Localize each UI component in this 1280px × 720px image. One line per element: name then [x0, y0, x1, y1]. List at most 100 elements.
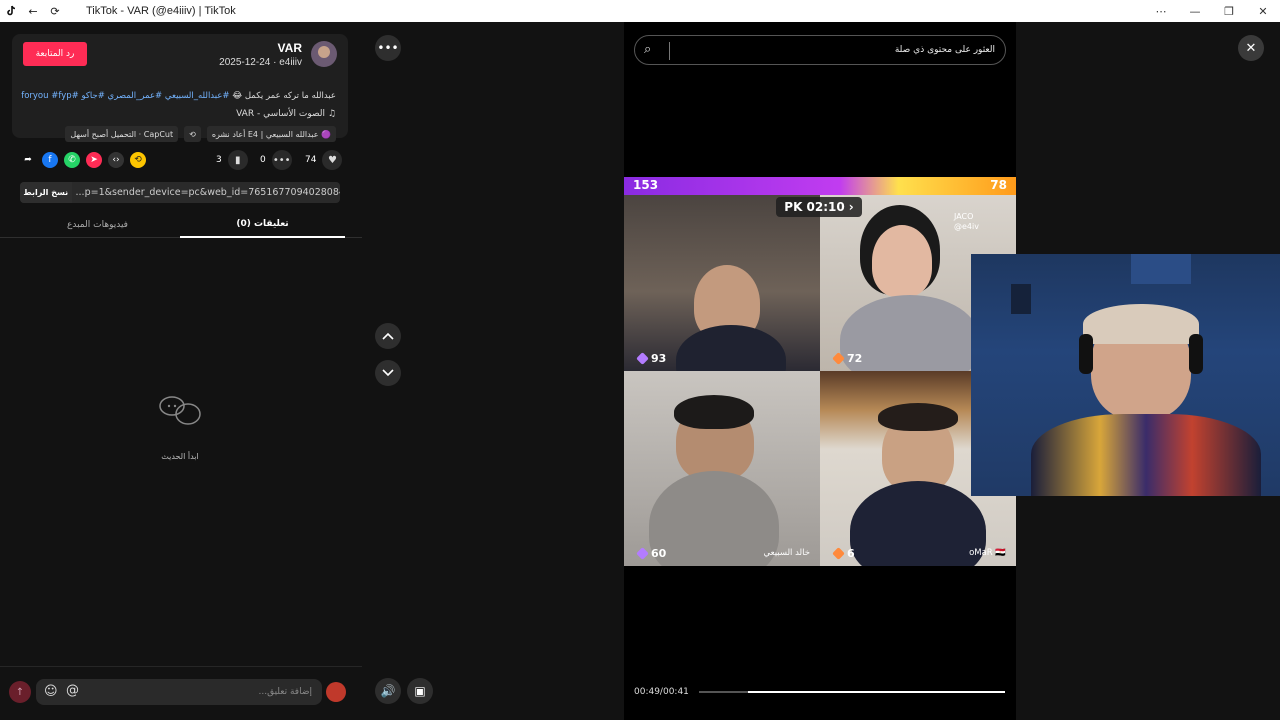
post-info-card: VAR 2025-12-24 · e4iiiv رد المتابعة عبدا… — [12, 34, 348, 142]
repost-icon[interactable]: ⟲ — [184, 126, 201, 142]
gift-icon — [832, 547, 845, 560]
description-hashtags[interactable]: #عبدالله_السبيعي #عمر_المصري #جاكو #fory… — [21, 91, 229, 101]
host-name: JACO — [954, 212, 974, 221]
chevron-down-icon — [382, 369, 394, 377]
host-handle: @e4iv — [954, 222, 979, 231]
whatsapp-icon[interactable]: ✆ — [64, 152, 80, 168]
copy-link-button[interactable]: نسخ الرابط — [20, 182, 72, 203]
send-comment-icon[interactable]: ↑ — [9, 681, 31, 703]
chevron-up-icon — [382, 332, 394, 340]
capcut-chip[interactable]: CapCut · التحميل أصبح أسهل — [65, 126, 179, 142]
reload-icon[interactable]: ⟳ — [44, 0, 66, 22]
score-value: 93 — [651, 352, 667, 365]
score-value: 60 — [651, 547, 667, 560]
more-options-icon[interactable]: ⋯ — [1144, 0, 1178, 22]
comments-stat[interactable]: 0 ••• — [260, 150, 292, 170]
sound-link[interactable]: ♫ الصوت الأساسي - VAR — [236, 109, 336, 119]
search-bar: ⌕ — [634, 35, 1006, 65]
description-text: عبدالله ما تركه عمر يكمل 😂 — [232, 91, 336, 101]
restore-icon[interactable]: ❐ — [1212, 0, 1246, 22]
likes-stat[interactable]: 74 ♥ — [305, 150, 343, 170]
headphones — [1189, 334, 1203, 374]
repost-chip[interactable]: 🟣 عبدالله السبيعي | E4 أعاد نشره — [206, 126, 336, 142]
guest-tile-1: 93 — [624, 195, 820, 371]
repost-share-icon[interactable]: ⟲ — [130, 152, 146, 168]
guest-score: 72 — [832, 352, 863, 365]
gift-icon — [832, 352, 845, 365]
guest-figure — [872, 225, 932, 297]
author-handle-date: 2025-12-24 · e4iiiv — [219, 57, 302, 68]
tab-comments[interactable]: تعليقات (0) — [180, 212, 345, 238]
emoji-icon[interactable]: ☺ — [44, 684, 58, 699]
guest-score: 93 — [636, 352, 667, 365]
facebook-icon[interactable]: f — [42, 152, 58, 168]
tabs: فيديوهات المبدع تعليقات (0) — [0, 212, 362, 238]
progress-fill — [748, 691, 1005, 693]
saves-stat[interactable]: 3 ▮ — [216, 150, 248, 170]
share-icons: ➦ f ✆ ➤ ‹› ⟲ — [20, 152, 146, 168]
pk-timer: PK 02:10 › — [776, 197, 862, 217]
close-window-icon[interactable]: ✕ — [1246, 0, 1280, 22]
empty-state-text: ابدأ الحديث — [161, 452, 199, 461]
send-to-friends-icon[interactable]: ➤ — [86, 152, 102, 168]
author-username[interactable]: VAR — [278, 41, 302, 55]
guest-score: 6 — [832, 547, 855, 560]
saves-count: 3 — [216, 155, 222, 165]
gem-icon — [636, 547, 649, 560]
share-link-box: نسخ الرابط ...p=1&sender_device=pc&web_i… — [20, 182, 340, 203]
more-options-button[interactable]: ••• — [375, 35, 401, 61]
minimize-icon[interactable]: — — [1178, 0, 1212, 22]
mention-icon[interactable]: @ — [66, 683, 79, 698]
tab-creator-videos[interactable]: فيديوهات المبدع — [15, 212, 180, 238]
picture-in-picture-button[interactable]: ▣ — [407, 678, 433, 704]
likes-count: 74 — [305, 155, 317, 165]
guest-figure-body — [649, 471, 779, 566]
playback-time: 00:49/00:41 — [634, 687, 689, 697]
guest-name: oMaR 🇪🇬 — [969, 548, 1006, 558]
tiktok-logo-icon — [0, 0, 22, 22]
volume-button[interactable]: 🔊 — [375, 678, 401, 704]
music-note-icon: ♫ — [325, 109, 336, 119]
back-arrow-icon[interactable]: ← — [22, 0, 44, 22]
bookmark-icon[interactable]: ▮ — [227, 150, 248, 170]
user-avatar — [326, 682, 346, 702]
gem-icon — [636, 352, 649, 365]
next-video-button[interactable] — [375, 360, 401, 386]
post-chips: 🟣 عبدالله السبيعي | E4 أعاد نشره ⟲ CapCu… — [65, 126, 336, 142]
pk-score-left: 153 — [633, 178, 659, 192]
embed-icon[interactable]: ‹› — [108, 152, 124, 168]
details-panel: VAR 2025-12-24 · e4iiiv رد المتابعة عبدا… — [0, 22, 362, 720]
chevron-right-icon: › — [848, 200, 854, 214]
guest-figure-body — [676, 325, 786, 371]
wall-frame — [1011, 284, 1031, 314]
previous-video-button[interactable] — [375, 323, 401, 349]
post-description: عبدالله ما تركه عمر يكمل 😂 #عبدالله_السب… — [21, 91, 336, 101]
heart-icon[interactable]: ♥ — [322, 150, 343, 170]
score-value: 6 — [847, 547, 855, 560]
actions-row: ➦ f ✆ ➤ ‹› ⟲ 3 ▮ 0 ••• 74 ♥ — [0, 146, 362, 174]
streamer-shirt — [1031, 414, 1261, 496]
search-divider — [669, 42, 670, 60]
wall-frame — [1131, 254, 1191, 284]
guest-tile-3: 60 خالد السبيعي — [624, 371, 820, 566]
search-icon[interactable]: ⌕ — [644, 42, 651, 57]
score-value: 72 — [847, 352, 863, 365]
progress-bar[interactable] — [699, 691, 1005, 693]
author-avatar[interactable] — [311, 41, 337, 67]
video-player[interactable]: ⌕ 153 78 93 72 60 خالد السبيعي — [624, 22, 1016, 720]
comment-icon[interactable]: ••• — [271, 150, 292, 170]
close-icon[interactable]: ✕ — [1238, 35, 1264, 61]
pk-timer-text: PK 02:10 — [784, 200, 845, 214]
comments-count: 0 — [260, 155, 266, 165]
streamer-cap — [1083, 304, 1199, 344]
guest-figure-body — [850, 481, 986, 566]
search-input[interactable] — [675, 40, 995, 60]
host-watermark: JACO @e4iv — [954, 212, 979, 232]
follow-back-button[interactable]: رد المتابعة — [23, 42, 87, 66]
guest-hair — [674, 395, 754, 429]
share-url[interactable]: ...p=1&sender_device=pc&web_id=765167709… — [76, 187, 340, 198]
headphones — [1079, 334, 1093, 374]
share-arrow-icon[interactable]: ➦ — [20, 152, 36, 168]
guest-hair — [878, 403, 958, 431]
comment-bar: ↑ ☺ @ — [0, 666, 362, 720]
